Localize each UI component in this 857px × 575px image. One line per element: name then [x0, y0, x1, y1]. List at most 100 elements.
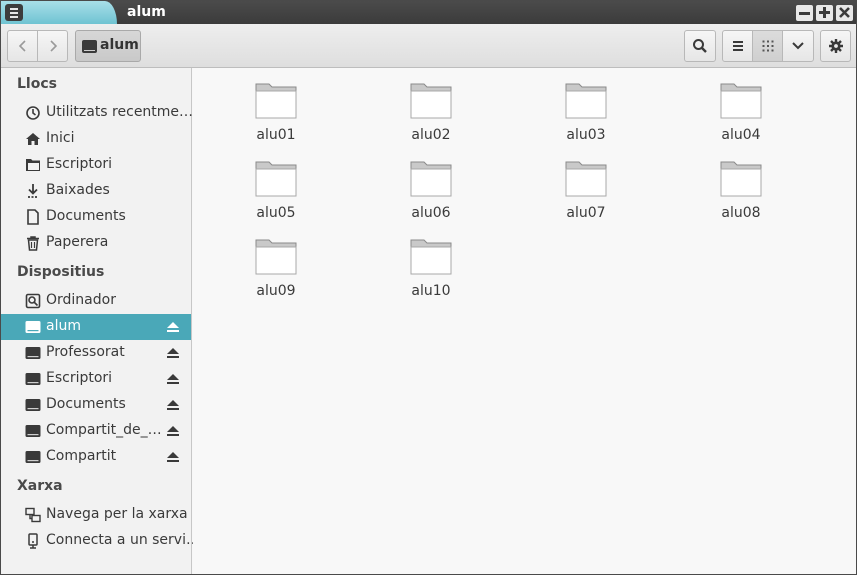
section-title-xarxa: Xarxa — [17, 478, 63, 494]
folder-icon — [410, 83, 452, 119]
trash-icon — [27, 236, 39, 251]
folder-icon — [255, 239, 297, 275]
folder-item[interactable]: alu02 — [381, 70, 481, 144]
title-bar[interactable]: alum — [1, 1, 856, 24]
eject-icon[interactable] — [166, 320, 180, 334]
drive-icon — [25, 425, 41, 437]
eject-icon[interactable] — [166, 450, 180, 464]
eject-icon[interactable] — [166, 398, 180, 412]
folder-icon — [255, 161, 297, 197]
sidebar-item-documents-drive[interactable]: Documents — [1, 392, 191, 418]
sidebar-item-label: Compartit — [46, 448, 117, 464]
sidebar-item-label: Ordinador — [46, 292, 116, 308]
sidebar-item-documents[interactable]: Documents — [1, 204, 191, 230]
header-bar: alum — [1, 24, 856, 68]
chevron-left-icon — [18, 40, 26, 52]
sidebar-item-label: Baixades — [46, 182, 110, 198]
grid-view-button[interactable] — [752, 30, 783, 62]
sidebar-item-trash[interactable]: Paperera — [1, 230, 191, 256]
list-view-button[interactable] — [722, 30, 753, 62]
window-menu-button[interactable] — [5, 4, 23, 21]
sidebar-item-desktop[interactable]: Escriptori — [1, 152, 191, 178]
folder-item[interactable]: alu10 — [381, 226, 481, 300]
folder-item[interactable]: alu01 — [226, 70, 326, 144]
back-button[interactable] — [7, 30, 38, 62]
close-button[interactable] — [836, 5, 853, 21]
folder-label: alu09 — [256, 283, 296, 299]
sidebar-item-label: Documents — [46, 396, 126, 412]
minimize-button[interactable] — [796, 5, 813, 21]
close-icon — [839, 7, 850, 18]
folder-icon — [410, 239, 452, 275]
folder-label: alu08 — [721, 205, 761, 221]
eject-icon[interactable] — [166, 424, 180, 438]
window-title: alum — [127, 4, 166, 20]
drive-icon — [25, 373, 41, 385]
sidebar-item-compartit-de[interactable]: Compartit_de_… — [1, 418, 191, 444]
chevron-right-icon — [49, 40, 57, 52]
search-button[interactable] — [684, 30, 716, 62]
folder-label: alu07 — [566, 205, 606, 221]
maximize-button[interactable] — [816, 5, 833, 21]
folder-item[interactable]: alu09 — [226, 226, 326, 300]
grid-view-icon — [762, 40, 773, 52]
folder-label: alu01 — [256, 127, 296, 143]
sidebar-item-label: alum — [46, 318, 81, 334]
desktop-folder-icon — [26, 159, 40, 171]
network-icon — [25, 507, 41, 523]
sidebar-item-alum[interactable]: alum — [1, 314, 191, 340]
drive-icon — [25, 321, 41, 333]
folder-item[interactable]: alu07 — [536, 148, 636, 222]
sidebar-item-professorat[interactable]: Professorat — [1, 340, 191, 366]
folder-label: alu02 — [411, 127, 451, 143]
folder-label: alu10 — [411, 283, 451, 299]
sidebar-item-downloads[interactable]: Baixades — [1, 178, 191, 204]
sidebar-item-compartit[interactable]: Compartit — [1, 444, 191, 470]
eject-icon[interactable] — [166, 346, 180, 360]
path-bar-button[interactable]: alum — [75, 30, 141, 62]
folder-item[interactable]: alu03 — [536, 70, 636, 144]
sidebar-item-label: Compartit_de_… — [46, 422, 162, 438]
search-icon — [693, 39, 707, 53]
computer-icon — [25, 293, 41, 309]
folder-icon — [255, 83, 297, 119]
folder-item[interactable]: alu04 — [691, 70, 791, 144]
server-icon — [28, 533, 38, 549]
sidebar-item-label: Paperera — [46, 234, 109, 250]
folder-item[interactable]: alu05 — [226, 148, 326, 222]
sidebar-item-label: Escriptori — [46, 370, 113, 386]
home-icon — [26, 133, 40, 145]
folder-icon — [410, 161, 452, 197]
sidebar-item-browse-network[interactable]: Navega per la xarxa — [1, 502, 191, 528]
file-manager-window: alum alum Llocs Utilitzats recentme… Ini… — [0, 0, 857, 575]
sidebar-item-computer[interactable]: Ordinador — [1, 288, 191, 314]
folder-grid[interactable]: alu01 alu02 alu03 alu04 alu05 alu06 alu0… — [193, 68, 856, 574]
sidebar-item-label: Connecta a un servi… — [46, 532, 200, 548]
folder-item[interactable]: alu06 — [381, 148, 481, 222]
sidebar-item-recent[interactable]: Utilitzats recentme… — [1, 100, 193, 126]
sidebar-item-label: Navega per la xarxa — [46, 506, 188, 522]
drive-icon — [82, 40, 97, 53]
gear-icon — [828, 39, 843, 53]
drive-icon — [25, 451, 41, 463]
folder-label: alu05 — [256, 205, 296, 221]
sidebar-item-escriptori-drive[interactable]: Escriptori — [1, 366, 191, 392]
sidebar-item-label: Documents — [46, 208, 126, 224]
eject-icon[interactable] — [166, 372, 180, 386]
folder-icon — [565, 83, 607, 119]
sidebar-item-label: Inici — [46, 130, 75, 146]
download-icon — [28, 184, 38, 198]
section-title-dispositius: Dispositius — [17, 264, 105, 280]
sidebar-item-label: Escriptori — [46, 156, 113, 172]
folder-icon — [720, 83, 762, 119]
list-view-icon — [732, 41, 743, 51]
sidebar-item-connect-server[interactable]: Connecta a un servi… — [1, 528, 200, 554]
folder-label: alu03 — [566, 127, 606, 143]
forward-button[interactable] — [37, 30, 68, 62]
settings-button[interactable] — [820, 30, 851, 62]
sidebar-item-home[interactable]: Inici — [1, 126, 191, 152]
folder-item[interactable]: alu08 — [691, 148, 791, 222]
section-title-llocs: Llocs — [17, 76, 57, 92]
folder-label: alu06 — [411, 205, 451, 221]
view-options-button[interactable] — [782, 30, 814, 62]
